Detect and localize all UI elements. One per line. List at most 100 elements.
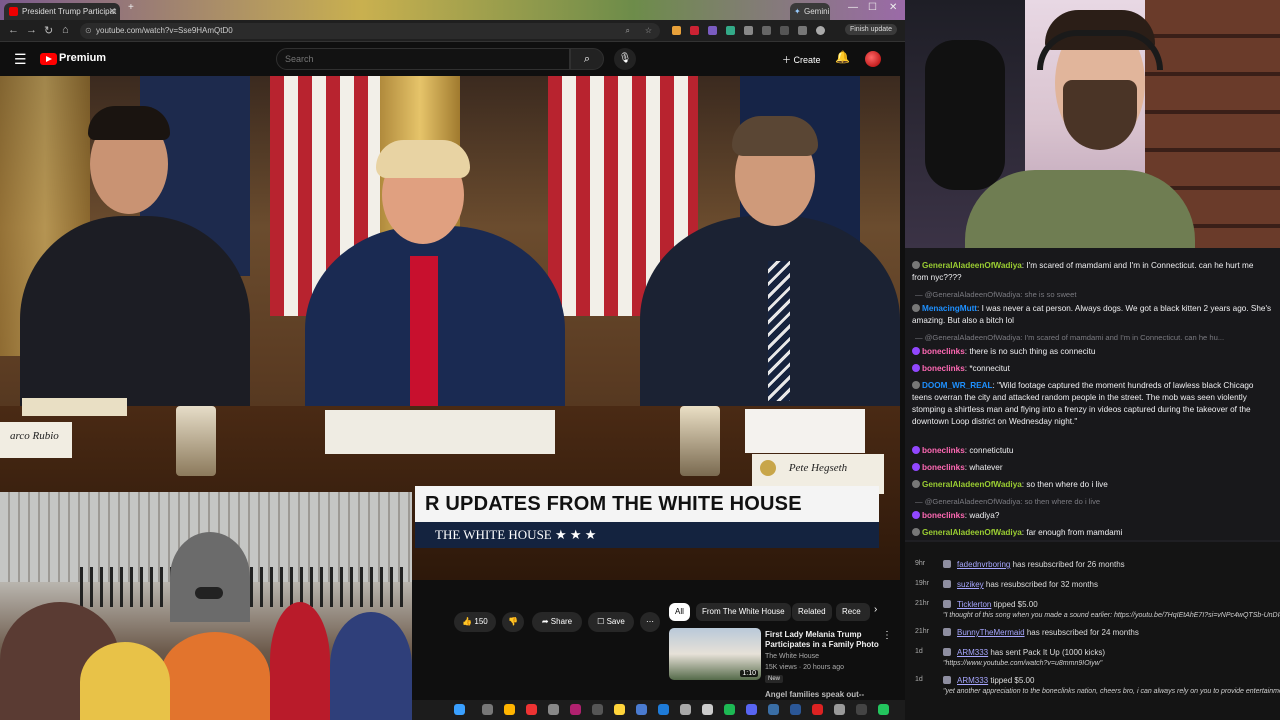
youtube-logo-icon[interactable] (40, 53, 57, 65)
taskbar-app-icon[interactable] (614, 704, 625, 715)
taskbar-app-icon[interactable] (790, 704, 801, 715)
home-icon[interactable]: ⌂ (62, 24, 69, 36)
related-video-channel[interactable]: The White House (765, 653, 819, 660)
chat-badge-icon (912, 528, 920, 536)
taskbar-app-icon[interactable] (526, 704, 537, 715)
related-video-title[interactable]: Angel families speak out-- (765, 690, 883, 700)
sidebar-icon[interactable] (780, 26, 789, 35)
extension-icon[interactable] (672, 26, 681, 35)
youtube-brand-label[interactable]: Premium (59, 52, 106, 64)
taskbar-app-icon[interactable] (746, 704, 757, 715)
chip-all[interactable]: All (669, 603, 690, 621)
chat-username[interactable]: boneclinks (922, 463, 965, 472)
event-username[interactable]: ARM333 (957, 676, 988, 685)
event-username[interactable]: BunnyTheMermaid (957, 628, 1025, 637)
chat-username[interactable]: GeneralAladeenOfWadiya (922, 261, 1022, 270)
chat-badge-icon (912, 261, 920, 269)
chat-text: connetictutu (967, 446, 1014, 455)
minimize-icon[interactable]: — (848, 2, 858, 13)
taskbar-app-icon[interactable] (548, 704, 559, 715)
related-video-title[interactable]: First Lady Melania Trump Participates in… (765, 630, 883, 650)
chip-related[interactable]: Related (792, 603, 832, 621)
chat-username[interactable]: boneclinks (922, 347, 965, 356)
chat-username[interactable]: boneclinks (922, 511, 965, 520)
event-username[interactable]: Ticklerton (957, 600, 991, 609)
lower-third-subtitle: THE WHITE HOUSE ★ ★ ★ (415, 522, 879, 548)
taskbar-app-icon[interactable] (768, 704, 779, 715)
like-button[interactable]: 👍 150 (454, 612, 496, 632)
chevron-right-icon[interactable]: › (874, 604, 877, 615)
extensions-puzzle-icon[interactable] (762, 26, 771, 35)
dislike-button[interactable]: 👎 (502, 612, 524, 632)
notifications-bell-icon[interactable]: 🔔 (835, 50, 850, 64)
more-actions-icon[interactable]: ⋯ (640, 612, 660, 632)
new-tab-icon[interactable]: + (128, 2, 134, 13)
video-duration: 1:10 (740, 670, 758, 677)
taskbar-app-icon[interactable] (702, 704, 713, 715)
chat-username[interactable]: GeneralAladeenOfWadiya (922, 528, 1022, 537)
taskbar-app-icon[interactable] (658, 704, 669, 715)
create-button[interactable]: ＋ Create (776, 50, 827, 69)
puppet-mustache (195, 587, 223, 599)
taskbar-app-icon[interactable] (504, 704, 515, 715)
close-window-icon[interactable]: ✕ (889, 2, 897, 13)
taskbar-app-icon[interactable] (856, 704, 867, 715)
kick-icon (943, 600, 951, 608)
extension-icon[interactable] (708, 26, 717, 35)
forward-icon[interactable]: → (26, 24, 37, 36)
chip-from-the-white-house[interactable]: From The White House (696, 603, 791, 621)
taskbar-app-icon[interactable] (636, 704, 647, 715)
tab-gemini-title: Gemini (804, 7, 830, 16)
taskbar-app-icon[interactable] (592, 704, 603, 715)
maximize-icon[interactable]: ☐ (868, 2, 877, 13)
url-field[interactable]: ⊙ youtube.com/watch?v=Sse9HAmQtD0 ⌕ ☆ (80, 23, 660, 39)
youtube-favicon-icon (9, 7, 18, 16)
chat-badge-icon (912, 480, 920, 488)
related-video-meta: 15K views · 20 hours ago (765, 664, 844, 671)
taskbar-app-icon[interactable] (878, 704, 889, 715)
zoom-icon[interactable]: ⌕ (626, 23, 630, 39)
extension-icon[interactable] (744, 26, 753, 35)
bookmark-star-icon[interactable]: ☆ (645, 23, 652, 39)
chat-badge-icon (912, 347, 920, 355)
tab-gemini[interactable]: ✦ Gemini (790, 3, 830, 20)
microphone-icon[interactable]: 🎙 (614, 48, 636, 70)
taskbar-app-icon[interactable] (834, 704, 845, 715)
event-username[interactable]: suzikey (957, 580, 984, 589)
save-button[interactable]: ☐ Save (588, 612, 634, 632)
back-icon[interactable]: ← (8, 24, 19, 36)
chat-username[interactable]: DOOM_WR_REAL (922, 381, 993, 390)
profile-icon[interactable] (816, 26, 825, 35)
avatar[interactable] (865, 51, 881, 67)
search-input[interactable] (276, 48, 570, 70)
chat-message: boneclinks: connetictutu (912, 445, 1272, 457)
extension-icon[interactable] (726, 26, 735, 35)
close-tab-icon[interactable]: ✕ (108, 3, 116, 20)
chat-reply-context: — @GeneralAladeenOfWadiya: she is so swe… (915, 290, 1077, 299)
more-options-icon[interactable]: ⋮ (882, 630, 892, 641)
extension-icon[interactable] (690, 26, 699, 35)
chat-username[interactable]: boneclinks (922, 446, 965, 455)
tab-youtube[interactable]: President Trump Participat ✕ (4, 3, 120, 20)
search-icon[interactable]: ⌕ (570, 48, 604, 70)
kick-icon (943, 580, 951, 588)
finish-update-button[interactable]: Finish update (844, 24, 897, 35)
taskbar-app-icon[interactable] (680, 704, 691, 715)
share-button[interactable]: ➦ Share (532, 612, 582, 632)
chat-username[interactable]: GeneralAladeenOfWadiya (922, 480, 1022, 489)
hamburger-menu-icon[interactable]: ☰ (14, 51, 27, 68)
reload-icon[interactable]: ↻ (44, 24, 53, 37)
taskbar-app-icon[interactable] (812, 704, 823, 715)
chip-recent[interactable]: Rece (836, 603, 870, 621)
event-username[interactable]: ARM333 (957, 648, 988, 657)
taskbar-app-icon[interactable] (454, 704, 465, 715)
chat-username[interactable]: boneclinks (922, 364, 965, 373)
taskbar-app-icon[interactable] (724, 704, 735, 715)
taskbar-app-icon[interactable] (482, 704, 493, 715)
event-username[interactable]: fadednvrboring (957, 560, 1010, 569)
water-glass (176, 406, 216, 476)
chat-username[interactable]: MenacingMutt (922, 304, 977, 313)
taskbar-app-icon[interactable] (570, 704, 581, 715)
related-video-thumbnail[interactable]: 1:10 (669, 628, 761, 680)
downloads-icon[interactable] (798, 26, 807, 35)
